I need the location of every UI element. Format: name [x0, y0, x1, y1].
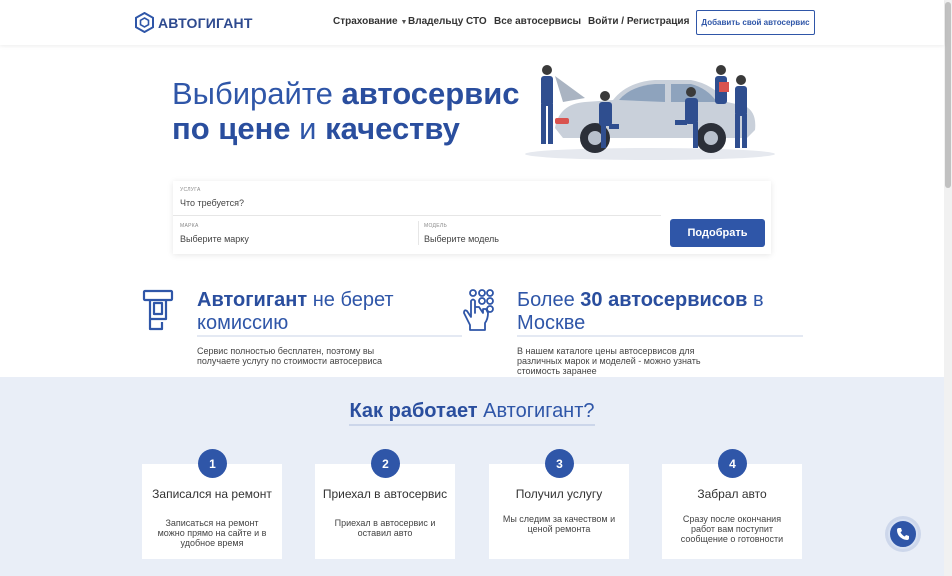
- model-label: Модель: [424, 223, 448, 229]
- step-desc: Сразу после окончания работ вам поступит…: [680, 514, 784, 544]
- step-card: Приехал в автосервис Приехал в автосерви…: [315, 464, 455, 559]
- hero-title-part: по цене: [172, 111, 291, 146]
- hero-mechanics-car-illustration: [525, 65, 775, 160]
- step-desc: Приехал в автосервис и оставил авто: [334, 518, 436, 538]
- service-label: Услуга: [180, 187, 201, 193]
- find-button[interactable]: Подобрать: [670, 219, 765, 247]
- feature-title-bold: 30 автосервисов: [580, 289, 748, 311]
- logo-text: АВТОГИГАНТ: [158, 14, 253, 31]
- scrollbar-thumb[interactable]: [945, 2, 951, 188]
- phone-icon: [897, 528, 909, 540]
- divider: [418, 221, 419, 245]
- hero-title-part: и: [299, 111, 317, 146]
- add-service-button[interactable]: Добавить свой автосервис: [696, 10, 815, 35]
- service-select[interactable]: Что требуется?: [180, 198, 244, 208]
- make-select[interactable]: Выберите марку: [180, 234, 249, 244]
- step-number: 3: [545, 449, 574, 478]
- feature-title-light: Более: [517, 289, 575, 311]
- search-form: Услуга Что требуется? Марка Выберите мар…: [173, 181, 771, 254]
- step-desc: Записаться на ремонт можно прямо на сайт…: [157, 518, 267, 548]
- feature-title-bold: Автогигант: [197, 289, 308, 311]
- feature-desc: Сервис полностью бесплатен, поэтому вы п…: [197, 346, 383, 366]
- how-it-works-section: Как работает Автогигант? Записался на ре…: [0, 377, 944, 576]
- logo[interactable]: АВТОГИГАНТ: [135, 12, 253, 33]
- nav-all-services[interactable]: Все автосервисы: [494, 16, 581, 27]
- divider: [173, 215, 661, 216]
- step-card: Забрал авто Сразу после окончания работ …: [662, 464, 802, 559]
- step-card: Получил услугу Мы следим за качеством и …: [489, 464, 629, 559]
- hero-title: Выбирайте автосервис по цене и качеству: [172, 76, 520, 146]
- hero-title-part: качеству: [325, 111, 460, 146]
- step-title: Приехал в автосервис: [322, 487, 448, 501]
- step-title: Получил услугу: [515, 487, 603, 501]
- step-title: Забрал авто: [697, 487, 767, 501]
- feature-title: Автогигант не берет комиссию: [197, 289, 437, 335]
- feature-underline: [517, 335, 803, 337]
- step-number: 4: [718, 449, 747, 478]
- feature-desc: В нашем каталоге цены автосервисов для р…: [517, 346, 701, 376]
- nav-owner[interactable]: Владельцу СТО: [408, 16, 487, 27]
- step-title: Записался на ремонт: [152, 487, 272, 501]
- step-number: 2: [371, 449, 400, 478]
- logo-hexagon-icon: [135, 12, 154, 33]
- section-title-light: Автогигант?: [483, 400, 595, 422]
- touch-grid-icon: [463, 289, 494, 331]
- feature-underline: [197, 335, 462, 337]
- nav-login[interactable]: Войти / Регистрация: [588, 16, 689, 27]
- step-number: 1: [198, 449, 227, 478]
- make-label: Марка: [180, 223, 199, 229]
- step-desc: Мы следим за качеством и ценой ремонта: [502, 514, 616, 534]
- nav-insurance-label: Страхование: [333, 16, 398, 27]
- section-title-bold: Как работает: [349, 400, 478, 422]
- chevron-down-icon: ▼: [400, 19, 408, 26]
- hero-title-part: автосервис: [341, 76, 520, 111]
- feature-title: Более 30 автосервисов в Москве: [517, 289, 767, 335]
- nav-insurance[interactable]: Страхование ▼: [333, 16, 407, 27]
- step-card: Записался на ремонт Записаться на ремонт…: [142, 464, 282, 559]
- section-title: Как работает Автогигант?: [0, 400, 944, 426]
- model-select[interactable]: Выберите модель: [424, 234, 499, 244]
- scrollbar[interactable]: [944, 0, 952, 576]
- site-header: АВТОГИГАНТ Страхование ▼ Владельцу СТО Вс…: [0, 0, 944, 45]
- payment-terminal-icon: [142, 289, 174, 331]
- call-button[interactable]: [888, 519, 918, 549]
- hero-title-part: Выбирайте: [172, 76, 333, 111]
